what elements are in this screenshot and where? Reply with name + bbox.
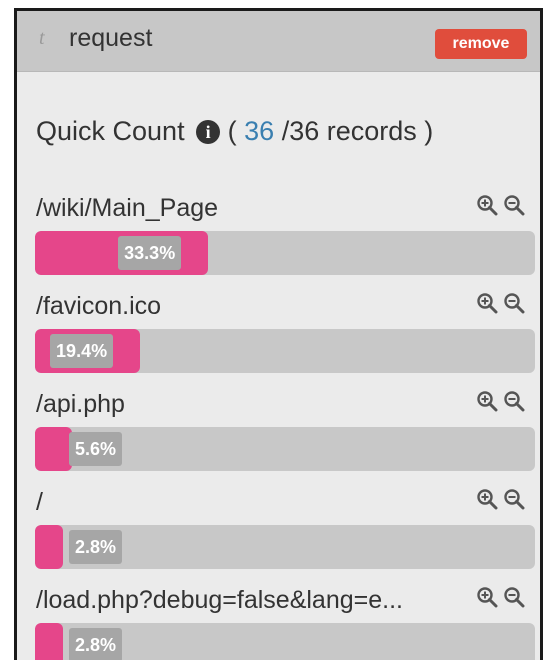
remove-button[interactable]: remove	[435, 29, 527, 59]
value-row: / 2.8%	[17, 488, 540, 586]
zoom-in-icon[interactable]	[476, 488, 498, 510]
info-icon[interactable]: i	[196, 120, 221, 144]
value-row: /wiki/Main_Page 33.3%	[17, 194, 540, 292]
percent-bar-track[interactable]: 33.3%	[35, 231, 535, 275]
zoom-out-icon[interactable]	[503, 586, 525, 608]
value-row: /api.php 5.6%	[17, 390, 540, 488]
zoom-out-icon[interactable]	[503, 390, 525, 412]
zoom-out-icon[interactable]	[503, 488, 525, 510]
zoom-out-icon[interactable]	[503, 292, 525, 314]
zoom-in-icon[interactable]	[476, 586, 498, 608]
field-name: request	[69, 24, 153, 52]
percent-label: 33.3%	[118, 236, 182, 270]
value-row: /load.php?debug=false&lang=e... 2.8%	[17, 586, 540, 660]
percent-bar-track[interactable]: 2.8%	[35, 525, 535, 569]
paren-close: )	[424, 116, 434, 146]
percent-bar-fill	[35, 525, 63, 569]
field-panel: t request remove Quick Count i ( 36 /36 …	[14, 8, 543, 660]
zoom-in-icon[interactable]	[476, 292, 498, 314]
zoom-in-icon[interactable]	[476, 194, 498, 216]
percent-bar-track[interactable]: 19.4%	[35, 329, 535, 373]
zoom-out-icon[interactable]	[503, 194, 525, 216]
value-row: /favicon.ico 19.4%	[17, 292, 540, 390]
value-label[interactable]: /	[36, 488, 43, 517]
percent-bar-fill	[35, 623, 63, 660]
paren-open: (	[227, 116, 237, 146]
percent-label: 19.4%	[50, 334, 114, 368]
quick-count-title: Quick Count	[36, 116, 185, 146]
percent-label: 2.8%	[69, 628, 123, 660]
value-label[interactable]: /api.php	[36, 390, 125, 419]
record-total: /36 records	[281, 116, 417, 146]
panel-header: t request remove	[17, 11, 540, 72]
value-label[interactable]: /wiki/Main_Page	[36, 194, 218, 223]
value-label[interactable]: /favicon.ico	[36, 292, 161, 321]
zoom-in-icon[interactable]	[476, 390, 498, 412]
record-count: 36	[244, 116, 275, 146]
quick-count-heading: Quick Count i ( 36 /36 records )	[36, 116, 433, 147]
percent-bar-track[interactable]: 5.6%	[35, 427, 535, 471]
percent-label: 5.6%	[69, 432, 123, 466]
percent-bar-track[interactable]: 2.8%	[35, 623, 535, 660]
value-label[interactable]: /load.php?debug=false&lang=e...	[36, 586, 403, 615]
text-type-icon: t	[39, 27, 45, 49]
percent-bar-fill	[35, 427, 73, 471]
percent-label: 2.8%	[69, 530, 123, 564]
